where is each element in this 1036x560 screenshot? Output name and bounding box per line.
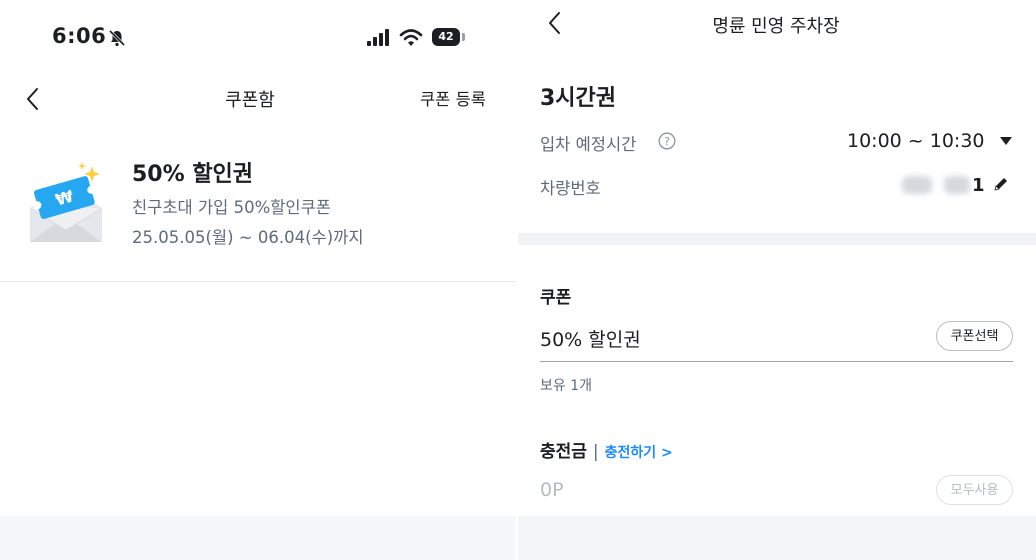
- charge-section-header: 충전금 | 충전하기 >: [540, 437, 673, 462]
- plate-number-redacted: [944, 176, 970, 194]
- register-coupon-button[interactable]: 쿠폰 등록: [420, 86, 486, 110]
- use-all-points-button[interactable]: 모두사용: [936, 475, 1013, 505]
- coupon-envelope-icon: ₩: [29, 162, 103, 242]
- ticket-title: 3시간권: [540, 86, 617, 111]
- coupon-description: 친구초대 가입 50%할인쿠폰: [132, 198, 331, 217]
- points-value-field[interactable]: 0P: [540, 479, 564, 501]
- selected-coupon-field[interactable]: 50% 할인권: [540, 325, 641, 352]
- entry-time-value[interactable]: 10:00 ~ 10:30: [847, 130, 985, 152]
- coupon-box-screen: 6:06 42 쿠폰함 쿠폰 등록 ₩ 50% 할인권 친구초대 가입 50%할…: [0, 0, 516, 516]
- help-circle-icon[interactable]: ?: [658, 132, 676, 150]
- caret-down-icon[interactable]: [1000, 137, 1012, 146]
- parking-payment-screen: 명륜 민영 주차장 3시간권 입차 예정시간 ? 10:00 ~ 10:30 차…: [516, 0, 1036, 516]
- battery-cap: [462, 33, 465, 41]
- section-divider: [516, 233, 1036, 245]
- svg-text:?: ?: [664, 135, 670, 148]
- divider: [0, 281, 516, 282]
- cellular-signal-icon: [367, 29, 389, 46]
- wifi-icon: [399, 29, 423, 46]
- plate-number-label: 차량번호: [540, 179, 601, 198]
- charge-section-title: 충전금: [540, 442, 587, 462]
- charge-separator: |: [592, 442, 599, 462]
- pencil-edit-icon[interactable]: [993, 176, 1009, 192]
- battery-icon: 42: [432, 28, 460, 46]
- bell-muted-icon: [108, 29, 126, 47]
- page-title: 쿠폰함: [225, 90, 275, 111]
- coupon-validity-period: 25.05.05(월) ~ 06.04(수)까지: [132, 228, 364, 247]
- charge-link[interactable]: 충전하기 >: [605, 445, 673, 461]
- status-time: 6:06: [52, 24, 107, 48]
- parking-lot-title: 명륜 민영 주차장: [712, 16, 840, 37]
- entry-time-label: 입차 예정시간: [540, 135, 637, 154]
- coupon-owned-count: 보유 1개: [540, 378, 592, 394]
- field-underline: [540, 361, 1013, 362]
- back-chevron-icon[interactable]: [22, 86, 44, 112]
- coupon-section-title: 쿠폰: [540, 288, 572, 308]
- select-coupon-button[interactable]: 쿠폰선택: [936, 321, 1013, 351]
- plate-number-redacted: [902, 176, 932, 194]
- coupon-name: 50% 할인권: [132, 162, 254, 187]
- empty-area: [0, 516, 516, 560]
- panel-gap: [516, 0, 518, 560]
- back-chevron-icon[interactable]: [544, 10, 566, 36]
- plate-number-digit: 1: [972, 175, 985, 196]
